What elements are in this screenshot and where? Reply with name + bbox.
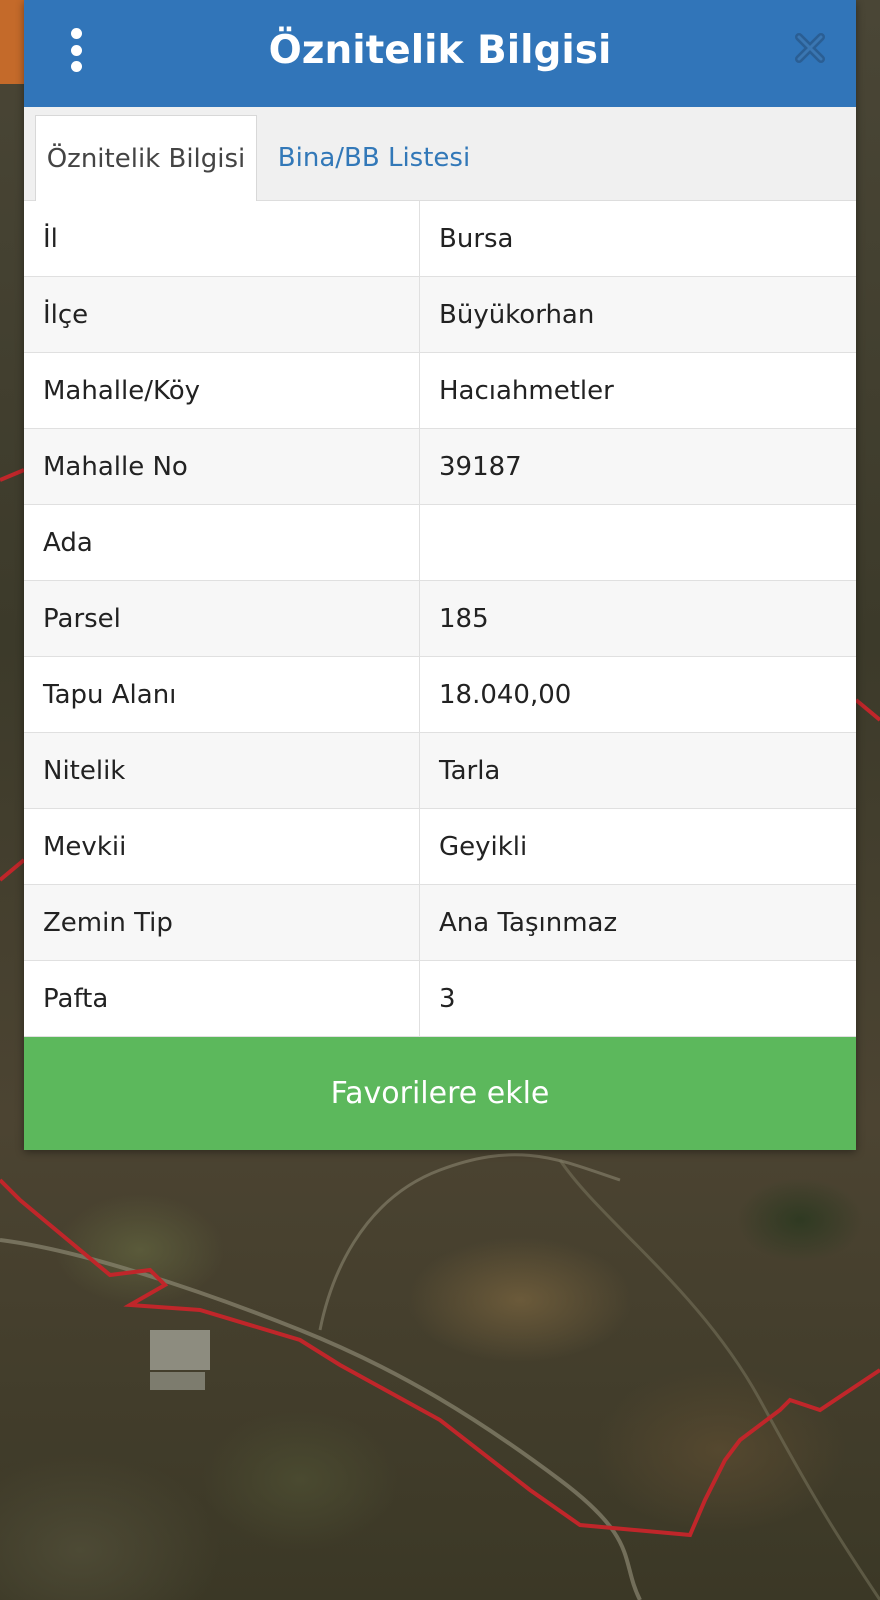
attribute-key: İl	[24, 201, 420, 276]
parcel-boundary	[0, 858, 26, 882]
attribute-value	[420, 505, 856, 580]
table-row: İl Bursa	[24, 201, 856, 277]
building	[150, 1372, 205, 1390]
attribute-key: Pafta	[24, 961, 420, 1036]
close-icon[interactable]	[792, 30, 828, 66]
attribute-info-dialog: Öznitelik Bilgisi Öznitelik Bilgisi Bina…	[24, 0, 856, 1150]
attribute-key: Mevkii	[24, 809, 420, 884]
table-row: Mevkii Geyikli	[24, 809, 856, 885]
attribute-table: İl Bursa İlçe Büyükorhan Mahalle/Köy Hac…	[24, 201, 856, 1037]
attribute-key: Tapu Alanı	[24, 657, 420, 732]
add-to-favorites-button[interactable]: Favorilere ekle	[24, 1037, 856, 1150]
attribute-value: 18.040,00	[439, 679, 572, 710]
table-row: Parsel 185	[24, 581, 856, 657]
table-row: Ada	[24, 505, 856, 581]
parcel-boundary	[0, 468, 25, 482]
attribute-value: 185	[439, 603, 489, 634]
parcel-boundary	[0, 1178, 880, 1538]
attribute-key: Ada	[24, 505, 420, 580]
dialog-header: Öznitelik Bilgisi	[24, 0, 856, 107]
attribute-key: Parsel	[24, 581, 420, 656]
table-row: İlçe Büyükorhan	[24, 277, 856, 353]
tab-building-list[interactable]: Bina/BB Listesi	[274, 115, 474, 201]
attribute-value: Büyükorhan	[439, 299, 595, 330]
table-row: Zemin Tip Ana Taşınmaz	[24, 885, 856, 961]
table-row: Nitelik Tarla	[24, 733, 856, 809]
attribute-value: Ana Taşınmaz	[439, 907, 618, 938]
attribute-key: Mahalle/Köy	[24, 353, 420, 428]
attribute-key: Mahalle No	[24, 429, 420, 504]
attribute-value: Geyikli	[439, 831, 528, 862]
table-row: Pafta 3	[24, 961, 856, 1037]
tab-bar: Öznitelik Bilgisi Bina/BB Listesi	[24, 107, 856, 203]
more-vertical-icon[interactable]	[64, 28, 88, 72]
attribute-value: Tarla	[439, 755, 501, 786]
attribute-key: Zemin Tip	[24, 885, 420, 960]
table-row: Tapu Alanı 18.040,00	[24, 657, 856, 733]
attribute-key: Nitelik	[24, 733, 420, 808]
parcel-boundary	[854, 698, 880, 722]
tab-attribute-info[interactable]: Öznitelik Bilgisi	[35, 115, 257, 203]
attribute-key: İlçe	[24, 277, 420, 352]
road-line	[558, 1159, 880, 1600]
table-row: Mahalle/Köy Hacıahmetler	[24, 353, 856, 429]
attribute-value: 39187	[439, 451, 522, 482]
road-line	[0, 1238, 642, 1600]
attribute-value: 3	[439, 983, 456, 1014]
attribute-value: Hacıahmetler	[439, 375, 614, 406]
table-row: Mahalle No 39187	[24, 429, 856, 505]
dialog-title: Öznitelik Bilgisi	[268, 28, 612, 73]
attribute-value: Bursa	[439, 223, 514, 254]
building	[150, 1330, 210, 1370]
